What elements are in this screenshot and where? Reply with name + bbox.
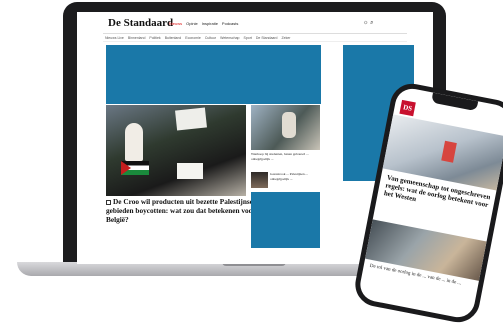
palestine-flag-triangle (121, 161, 131, 175)
photo-figure (282, 112, 296, 138)
ad-banner[interactable] (106, 45, 321, 104)
protest-sign (175, 107, 207, 131)
headphones-icon[interactable]: ☼ (363, 20, 369, 26)
sub-nav-item[interactable]: Economie (185, 36, 201, 40)
nav-item-podcasts[interactable]: Podcasts (222, 21, 238, 26)
bookmark-icon[interactable] (106, 199, 111, 205)
subnav-divider (103, 41, 407, 42)
protest-sign (177, 163, 203, 179)
site-logo[interactable]: De Standaard (108, 17, 173, 29)
nav-item-inspiratie[interactable]: Inspiratie (202, 21, 218, 26)
side-article-title[interactable]: Gazastrook ... Palestijnen ... onbegrijp… (270, 172, 322, 181)
sub-nav-item[interactable]: Zeker (282, 36, 291, 40)
protester-figure (125, 123, 143, 161)
nav-item-opinie[interactable]: Opinie (186, 21, 198, 26)
sub-nav-item[interactable]: Cultuur (205, 36, 216, 40)
lead-headline[interactable]: De Croo wil producten uit bezette Palest… (106, 197, 256, 224)
sub-nav: Nieuws Live Binnenland Politiek Buitenla… (105, 36, 290, 40)
ad-block[interactable] (251, 192, 320, 248)
top-nav: Nieuws Opinie Inspiratie Podcasts (169, 21, 238, 26)
sub-nav-item[interactable]: Binnenland (128, 36, 146, 40)
search-icon[interactable]: ⌕ (370, 20, 373, 26)
side-article-thumbnail[interactable] (251, 172, 268, 188)
sub-nav-item[interactable]: Politiek (149, 36, 160, 40)
sub-nav-item[interactable]: De Standaard (256, 36, 278, 40)
sub-nav-item[interactable]: Nieuws Live (105, 36, 124, 40)
sub-nav-item[interactable]: Wetenschap (220, 36, 239, 40)
header-icons: ☼ ⌕ (363, 20, 374, 27)
side-article-title[interactable]: Wanhoop bij studenten, banen gebouwd ...… (251, 152, 321, 161)
header-divider (103, 33, 407, 34)
ds-logo[interactable]: DS (399, 99, 416, 117)
sub-nav-item[interactable]: Buitenland (165, 36, 182, 40)
sub-nav-item[interactable]: Sport (244, 36, 252, 40)
nav-item-nieuws[interactable]: Nieuws (169, 21, 182, 26)
